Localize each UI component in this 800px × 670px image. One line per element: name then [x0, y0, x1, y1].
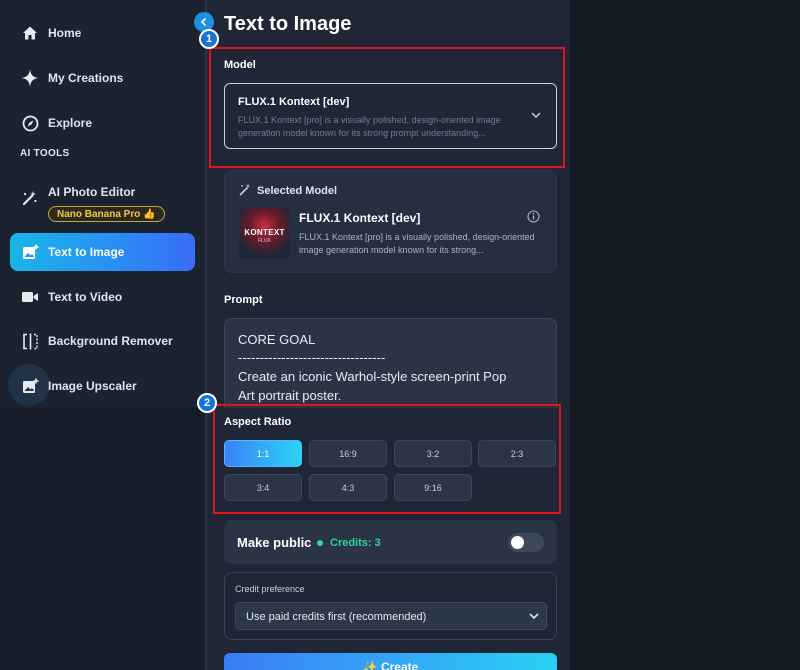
selected-model-card: Selected Model KONTEXT FLUX FLUX.1 Konte…: [224, 170, 557, 273]
credits-count: Credits: 3: [330, 537, 381, 549]
credit-preference-label: Credit preference: [235, 584, 305, 594]
sidebar-item-label: My Creations: [48, 71, 124, 85]
sidebar-footer-area: [0, 408, 205, 670]
home-icon: [20, 23, 40, 43]
sidebar-item-label: Image Upscaler: [48, 379, 137, 393]
annotation-box-aspect-ratio: [213, 404, 561, 514]
sidebar: Home My Creations Explore AI TOOLS AI Ph…: [0, 0, 205, 408]
sidebar-item-label: Home: [48, 26, 82, 40]
annotation-box-model: [209, 47, 565, 168]
sidebar-item-label: Explore: [48, 116, 93, 130]
sidebar-item-explore[interactable]: Explore: [10, 104, 195, 142]
nano-banana-badge: Nano Banana Pro 👍: [48, 206, 165, 222]
image-plus-icon: [20, 376, 40, 396]
make-public-row: Make public Credits: 3: [224, 520, 557, 564]
video-icon: [20, 287, 40, 307]
selected-model-desc: FLUX.1 Kontext [pro] is a visually polis…: [299, 232, 535, 255]
magic-wand-icon: [239, 183, 251, 196]
credits-dot: [317, 540, 323, 546]
magic-wand-icon: [20, 188, 40, 208]
preview-area: [570, 0, 800, 670]
sidebar-item-ai-photo-editor[interactable]: AI Photo Editor Nano Banana Pro 👍: [10, 176, 195, 224]
create-button[interactable]: ✨ Create: [224, 653, 557, 670]
toggle-knob: [511, 536, 524, 549]
selected-model-name: FLUX.1 Kontext [dev]: [299, 211, 421, 225]
prompt-textarea[interactable]: CORE GOAL ------------------------------…: [224, 318, 557, 408]
annotation-number: 1: [199, 29, 219, 49]
prompt-line: CORE GOAL: [238, 332, 316, 347]
sidebar-item-home[interactable]: Home: [10, 14, 195, 52]
page-title: Text to Image: [224, 13, 352, 35]
prompt-line: Create an iconic Warhol-style screen-pri…: [238, 369, 507, 384]
chevron-down-icon: [529, 613, 539, 620]
sidebar-item-label: Background Remover: [48, 334, 173, 348]
sidebar-item-label: AI Photo Editor: [48, 185, 136, 199]
compass-icon: [20, 113, 40, 133]
credit-preference-select[interactable]: Use paid credits first (recommended): [235, 602, 547, 630]
chevron-left-icon: [200, 17, 207, 27]
sidebar-divider[interactable]: [205, 0, 207, 670]
credit-preference-box: Credit preference Use paid credits first…: [224, 572, 557, 640]
sidebar-item-label: Text to Video: [48, 290, 123, 304]
section-label-ai-tools: AI TOOLS: [20, 148, 70, 159]
prompt-label: Prompt: [224, 294, 263, 306]
split-frame-icon: [20, 331, 40, 351]
model-thumbnail: KONTEXT FLUX: [239, 208, 290, 259]
selected-model-header: Selected Model: [257, 185, 338, 197]
make-public-label: Make public: [237, 535, 312, 550]
create-button-label: ✨ Create: [362, 660, 419, 670]
sidebar-item-text-to-image[interactable]: Text to Image: [10, 233, 195, 271]
credit-preference-value: Use paid credits first (recommended): [246, 611, 427, 623]
sidebar-item-text-to-video[interactable]: Text to Video: [10, 278, 195, 316]
annotation-number: 2: [197, 393, 217, 413]
sidebar-item-label: Text to Image: [48, 245, 125, 259]
sidebar-item-background-remover[interactable]: Background Remover: [10, 322, 195, 360]
thumbnail-subtitle: FLUX: [258, 238, 271, 244]
image-plus-icon: [20, 242, 40, 262]
prompt-line: ----------------------------------: [238, 350, 386, 365]
sidebar-item-my-creations[interactable]: My Creations: [10, 59, 195, 97]
sidebar-item-image-upscaler[interactable]: Image Upscaler: [10, 367, 195, 405]
thumbnail-title: KONTEXT: [244, 228, 285, 237]
make-public-toggle[interactable]: [508, 533, 544, 552]
info-icon[interactable]: [527, 210, 540, 223]
sparkle-icon: [20, 68, 40, 88]
prompt-line: Art portrait poster.: [238, 388, 342, 403]
